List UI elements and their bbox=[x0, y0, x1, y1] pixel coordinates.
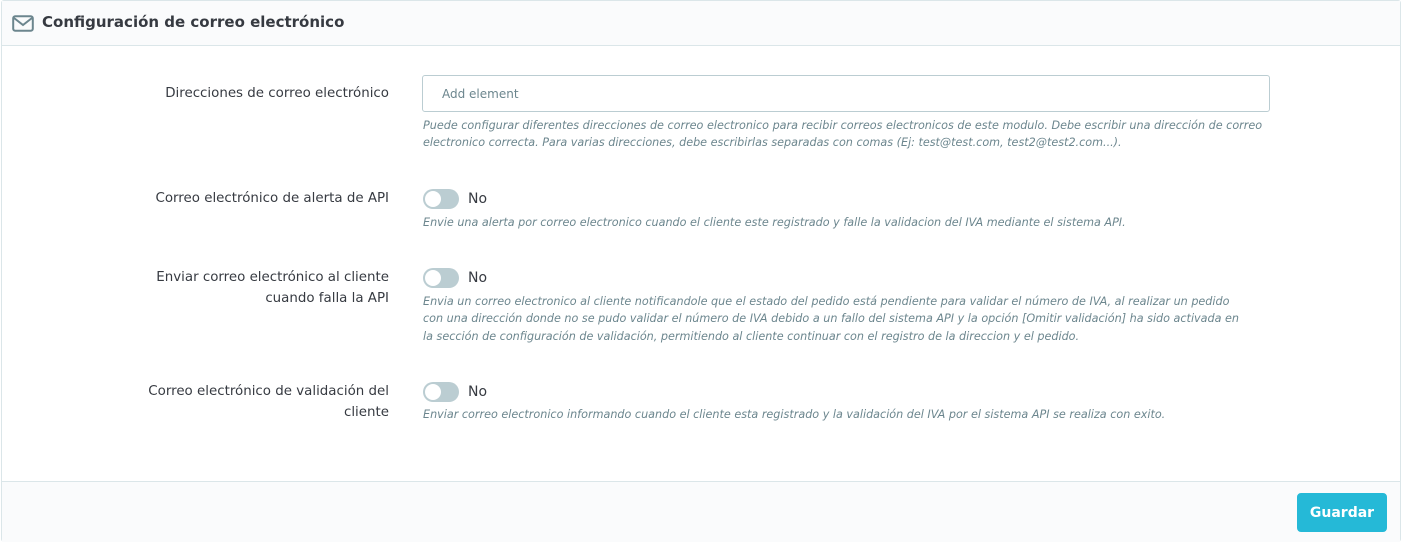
customer-api-fail-state: No bbox=[468, 270, 488, 286]
switch-knob bbox=[425, 270, 441, 286]
emails-label: Direcciones de correo electrónico bbox=[165, 86, 389, 101]
email-config-panel: Configuración de correo electrónico Dire… bbox=[1, 0, 1401, 542]
switch-knob bbox=[425, 191, 441, 207]
panel-heading: Configuración de correo electrónico bbox=[2, 1, 1400, 46]
api-alert-switch[interactable] bbox=[423, 189, 459, 209]
customer-validation-state: No bbox=[468, 384, 488, 400]
emails-tag-input[interactable] bbox=[422, 75, 1270, 112]
customer-api-fail-switch[interactable] bbox=[423, 268, 459, 288]
customer-validation-label: Correo electrónico de validación del cli… bbox=[148, 384, 389, 420]
customer-api-fail-help: Envia un correo electronico al cliente n… bbox=[423, 295, 1240, 343]
api-alert-help: Envie una alerta por correo electronico … bbox=[423, 216, 1126, 229]
switch-knob bbox=[425, 384, 441, 400]
panel-title: Configuración de correo electrónico bbox=[42, 13, 345, 31]
api-alert-label: Correo electrónico de alerta de API bbox=[155, 191, 390, 206]
panel-footer: Guardar bbox=[2, 481, 1400, 542]
customer-validation-help: Enviar correo electronico informando cua… bbox=[423, 408, 1166, 421]
customer-validation-switch[interactable] bbox=[423, 382, 459, 402]
envelope-icon bbox=[12, 15, 34, 32]
emails-input[interactable] bbox=[423, 76, 1269, 111]
api-alert-state: No bbox=[468, 191, 488, 207]
save-button[interactable]: Guardar bbox=[1297, 493, 1387, 532]
emails-help: Puede configurar diferentes direcciones … bbox=[423, 119, 1263, 150]
customer-api-fail-label: Enviar correo electrónico al cliente cua… bbox=[156, 270, 389, 306]
